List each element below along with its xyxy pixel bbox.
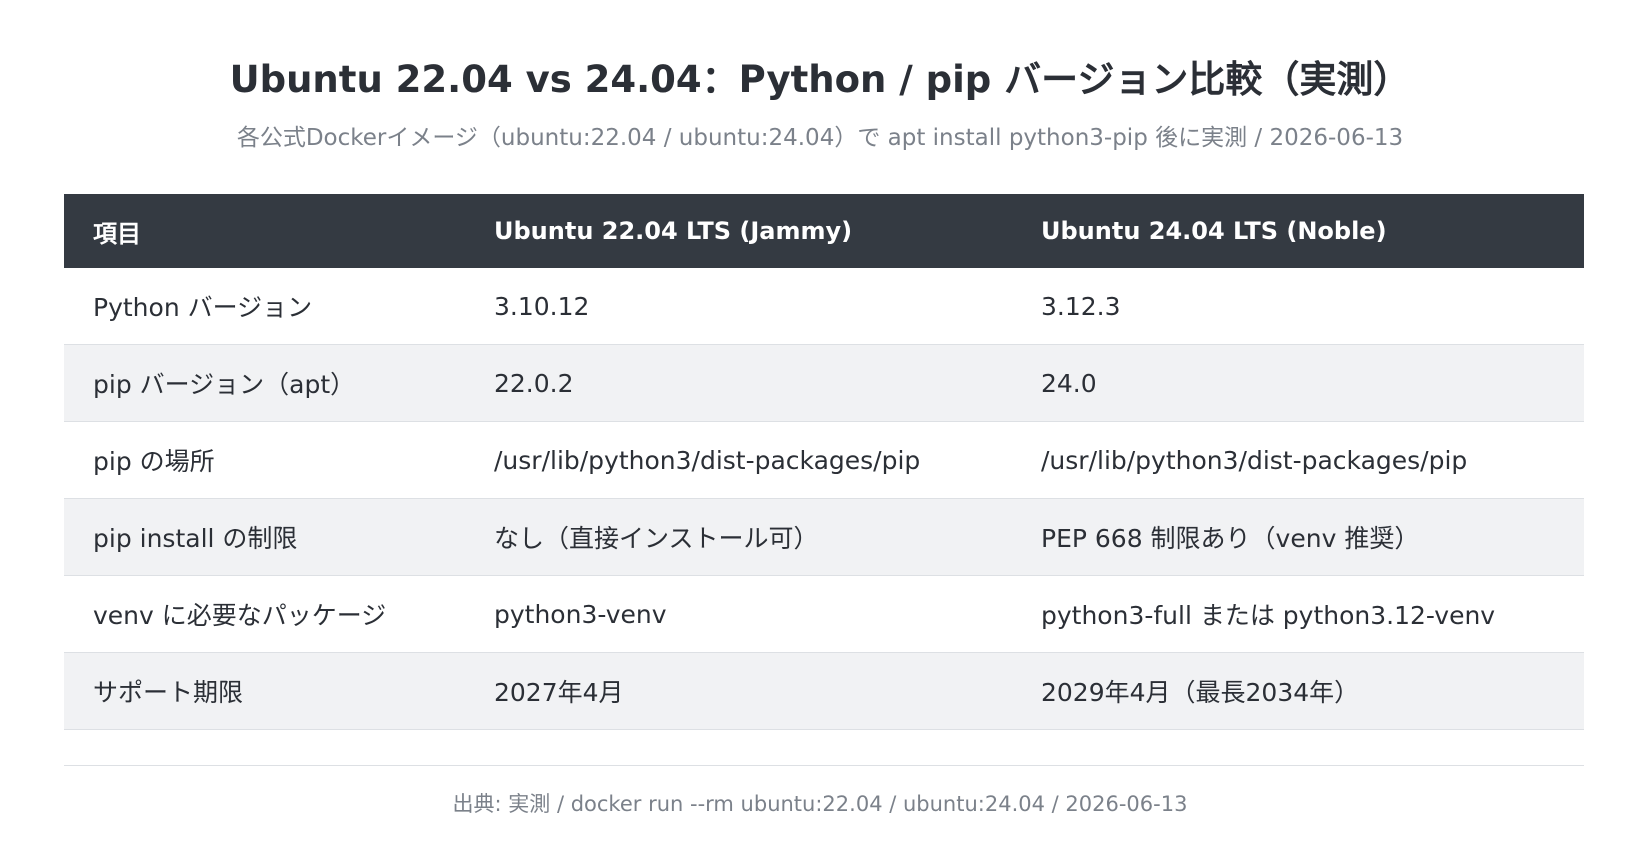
cell-label: Python バージョン (64, 268, 465, 345)
table-row-python-version: Python バージョン 3.10.12 3.12.3 (64, 268, 1584, 345)
cell-ubuntu-2404: python3-full または python3.12-venv (1012, 575, 1584, 653)
cell-label: pip install の制限 (64, 498, 465, 576)
column-header-ubuntu-2204: Ubuntu 22.04 LTS (Jammy) (465, 194, 1012, 268)
cell-ubuntu-2204: 22.0.2 (465, 344, 1012, 422)
table-body: Python バージョン 3.10.12 3.12.3 pip バージョン（ap… (64, 268, 1584, 730)
cell-ubuntu-2404: PEP 668 制限あり（venv 推奨） (1012, 498, 1584, 576)
cell-label: サポート期限 (64, 652, 465, 730)
table-row-support-end: サポート期限 2027年4月 2029年4月（最長2034年） (64, 652, 1584, 730)
cell-ubuntu-2204: 3.10.12 (465, 268, 1012, 345)
cell-ubuntu-2404: 24.0 (1012, 344, 1584, 422)
table-row-pip-version: pip バージョン（apt） 22.0.2 24.0 (64, 344, 1584, 422)
cell-ubuntu-2204: /usr/lib/python3/dist-packages/pip (465, 421, 1012, 499)
cell-ubuntu-2204: 2027年4月 (465, 652, 1012, 730)
cell-ubuntu-2204: python3-venv (465, 575, 1012, 653)
cell-ubuntu-2404: 2029年4月（最長2034年） (1012, 652, 1584, 730)
page-title: Ubuntu 22.04 vs 24.04：Python / pip バージョン… (229, 58, 1411, 101)
column-header-item: 項目 (64, 194, 465, 268)
comparison-page: Ubuntu 22.04 vs 24.04：Python / pip バージョン… (0, 0, 1640, 858)
page-subtitle: 各公式Dockerイメージ（ubuntu:22.04 / ubuntu:24.0… (236, 125, 1404, 151)
cell-label: venv に必要なパッケージ (64, 575, 465, 653)
column-header-ubuntu-2404: Ubuntu 24.04 LTS (Noble) (1012, 194, 1584, 268)
source-note: 出典: 実測 / docker run --rm ubuntu:22.04 / … (452, 792, 1188, 816)
cell-label: pip バージョン（apt） (64, 344, 465, 422)
cell-ubuntu-2204: なし（直接インストール可） (465, 498, 1012, 576)
table-header: 項目 Ubuntu 22.04 LTS (Jammy) Ubuntu 24.04… (64, 194, 1584, 268)
table-row-venv-package: venv に必要なパッケージ python3-venv python3-full… (64, 575, 1584, 653)
cell-ubuntu-2404: 3.12.3 (1012, 268, 1584, 345)
comparison-table: 項目 Ubuntu 22.04 LTS (Jammy) Ubuntu 24.04… (64, 194, 1584, 730)
cell-label: pip の場所 (64, 421, 465, 499)
header-row: 項目 Ubuntu 22.04 LTS (Jammy) Ubuntu 24.04… (64, 194, 1584, 268)
cell-ubuntu-2404: /usr/lib/python3/dist-packages/pip (1012, 421, 1584, 499)
footer-divider (64, 765, 1584, 766)
table-row-pip-location: pip の場所 /usr/lib/python3/dist-packages/p… (64, 421, 1584, 499)
table-row-pip-install-restriction: pip install の制限 なし（直接インストール可） PEP 668 制限… (64, 498, 1584, 576)
